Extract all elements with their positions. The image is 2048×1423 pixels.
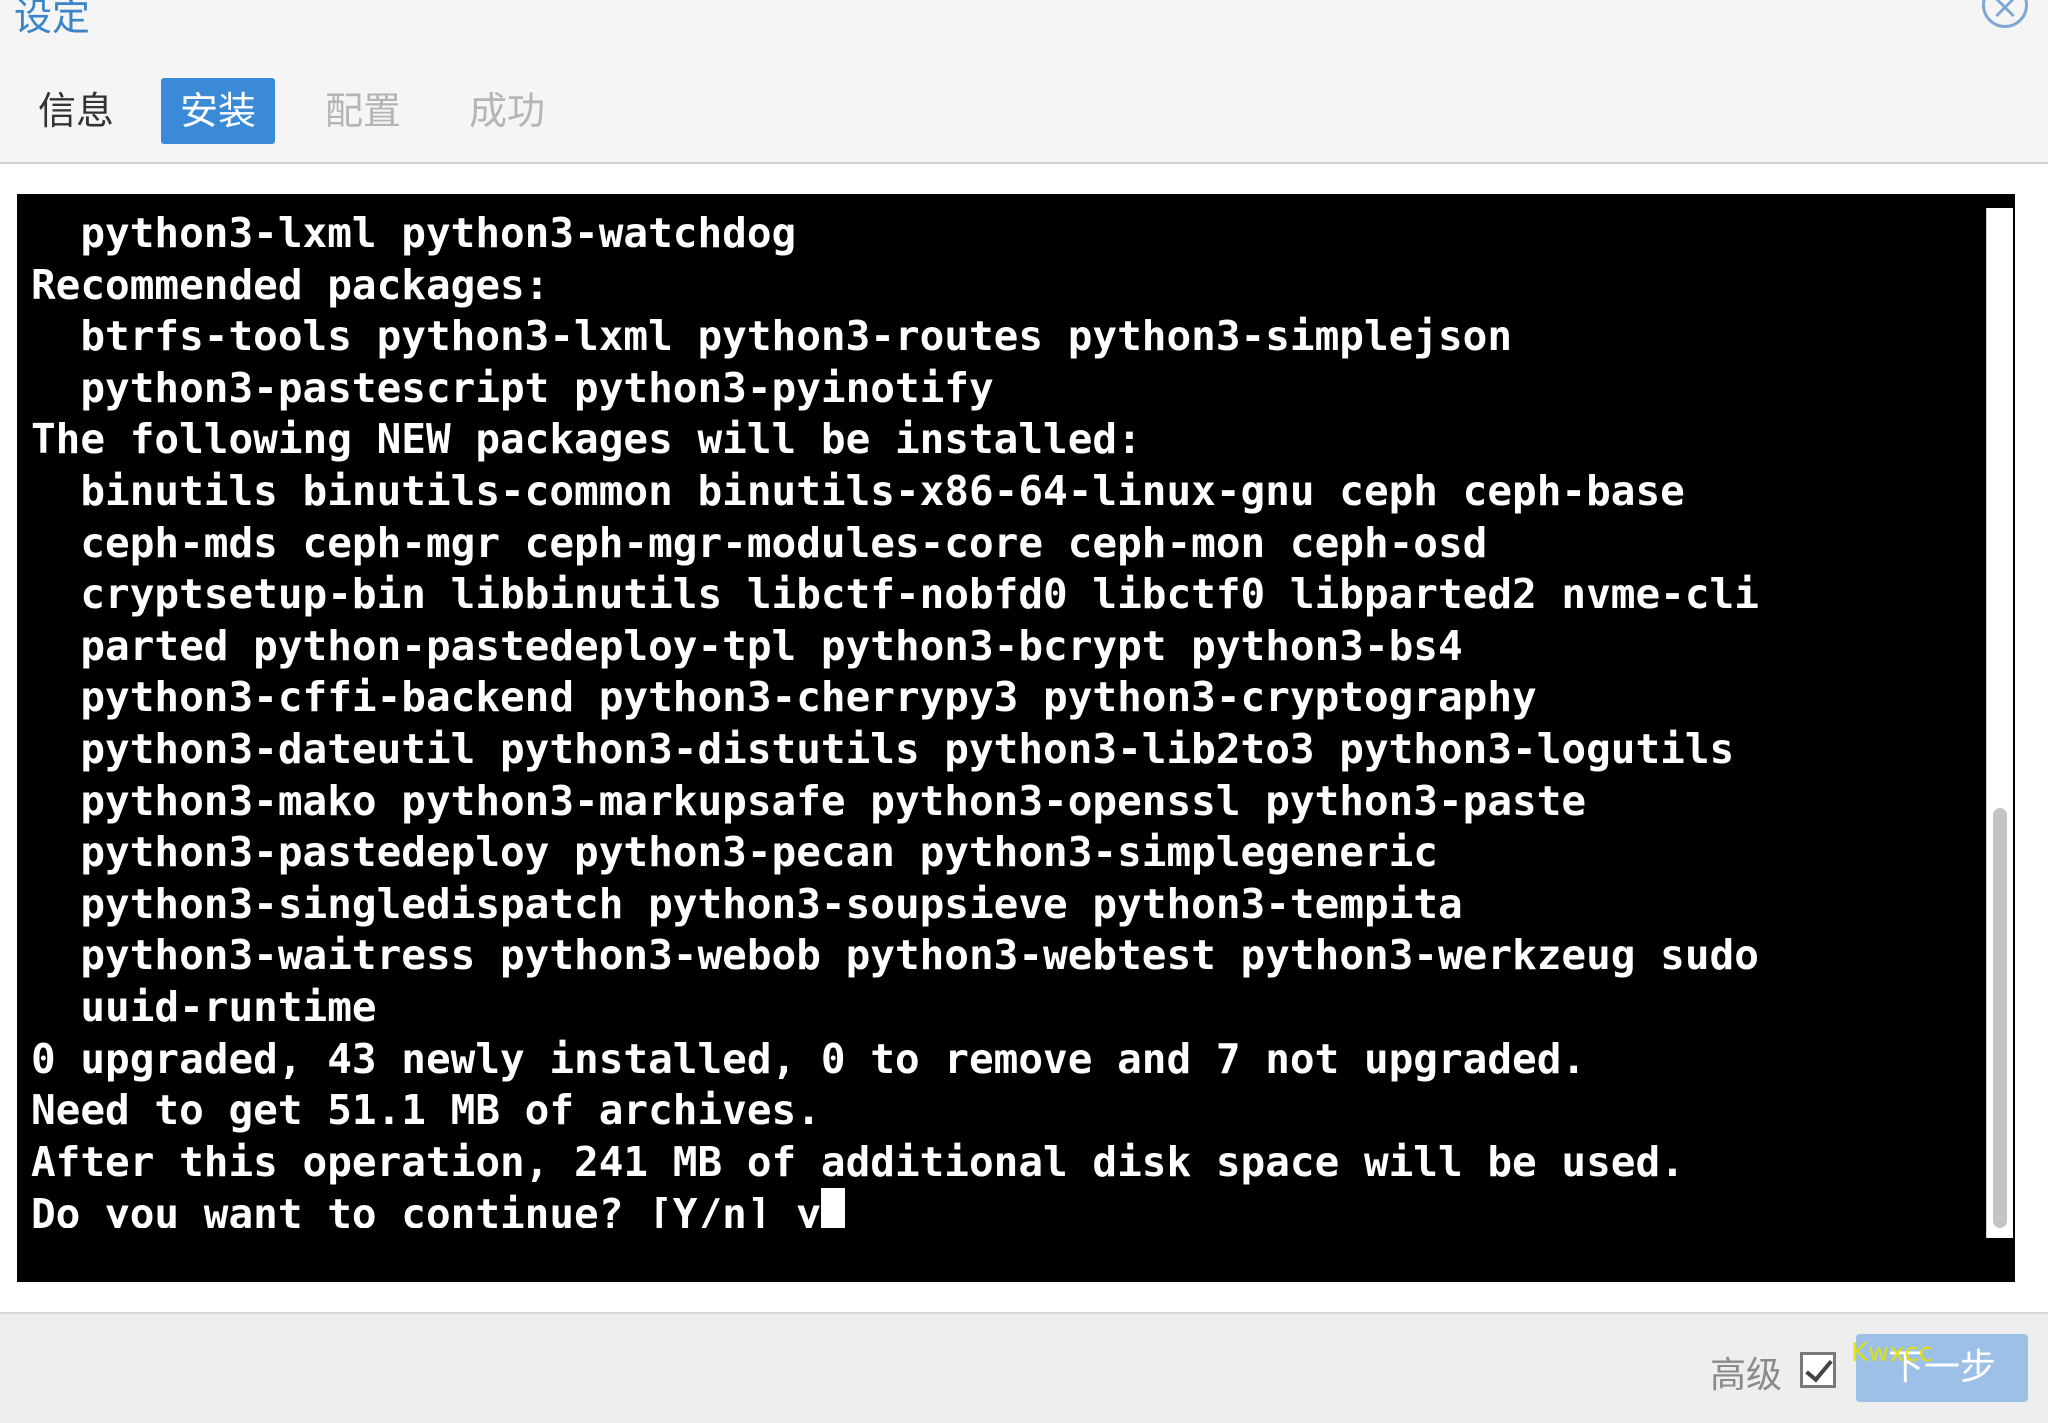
terminal-line: cryptsetup-bin libbinutils libctf-nobfd0… [31,570,1759,619]
terminal-line: Recommended packages: [31,260,550,309]
close-button[interactable]: × [1982,0,2028,28]
wizard-tabs: 信息 安装 配置 成功 [0,40,2048,164]
tab-config: 配置 [325,89,402,133]
tab-install[interactable]: 安装 [161,78,275,144]
close-icon: × [1990,0,2020,27]
terminal-line: Need to get 51.1 MB of archives. [31,1086,821,1135]
terminal-line: binutils binutils-common binutils-x86-64… [31,466,1685,515]
terminal-line: python3-pastedeploy python3-pecan python… [31,828,1438,877]
terminal-output[interactable]: python3-lxml python3-watchdog Recommended… [31,208,1971,1228]
watermark-text: Kwxcc [1851,1338,1933,1368]
terminal-line: python3-lxml python3-watchdog [31,209,797,257]
install-dialog: 设定 × 信息 安装 配置 成功 python3-lxml python3-wa… [0,0,2048,1423]
terminal-line: The following NEW packages will be insta… [31,415,1142,464]
scrollbar-thumb[interactable] [1993,808,2007,1228]
tab-info[interactable]: 信息 [18,78,134,144]
terminal-line: python3-waitress python3-webob python3-w… [31,931,1759,980]
dialog-titlebar: 设定 × [0,0,2048,40]
terminal-line: python3-cffi-backend python3-cherrypy3 p… [31,673,1537,722]
tab-success: 成功 [469,89,546,133]
terminal-line: python3-dateutil python3-distutils pytho… [31,724,1735,773]
dialog-footer: 高级 下一步 Kwxcc [0,1312,2048,1423]
terminal-line: Do you want to continue? [Y/n] y [31,1188,1971,1228]
terminal-panel: python3-lxml python3-watchdog Recommended… [17,194,2015,1282]
terminal-line: python3-singledispatch python3-soupsieve… [31,879,1463,928]
advanced-checkbox[interactable] [1800,1352,1836,1388]
terminal-line: 0 upgraded, 43 newly installed, 0 to rem… [31,1034,1587,1083]
terminal-line: python3-mako python3-markupsafe python3-… [31,776,1587,825]
terminal-cursor [820,1188,845,1228]
terminal-line: After this operation, 241 MB of addition… [31,1137,1685,1186]
terminal-line: btrfs-tools python3-lxml python3-routes … [31,312,1513,361]
terminal-line: python3-pastescript python3-pyinotify [31,363,994,412]
terminal-scrollbar[interactable] [1986,208,2013,1238]
terminal-line: ceph-mds ceph-mgr ceph-mgr-modules-core … [31,518,1488,567]
terminal-line: parted python-pastedeploy-tpl python3-bc… [31,621,1463,670]
dialog-title: 设定 [14,0,91,39]
advanced-label: 高级 [1710,1355,1783,1396]
terminal-line: uuid-runtime [31,982,377,1031]
